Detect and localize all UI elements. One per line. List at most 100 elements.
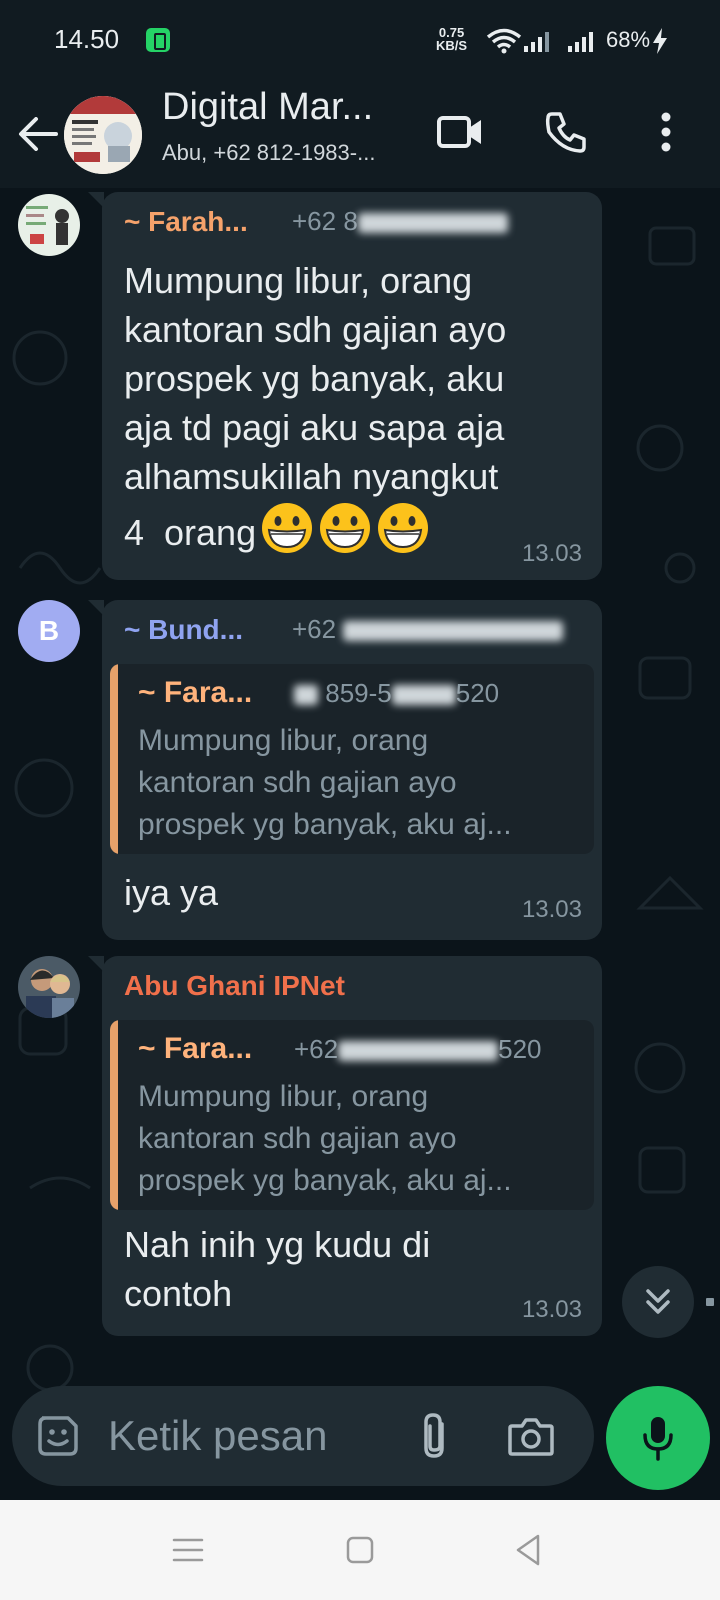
home-icon[interactable] [340,1530,380,1570]
sender-phone-prefix: +62 8 [292,206,358,236]
quoted-phone-part: 859-5 [325,678,392,708]
quoted-line: kantoran sdh gajian ayo [138,766,457,799]
message-line: 4 orang [124,501,506,557]
message-line: kantoran sdh gajian ayo [124,309,507,350]
message-text: Mumpung libur, orang kantoran sdh gajian… [124,256,506,557]
voice-call-button[interactable] [536,102,596,162]
video-call-button[interactable] [430,102,490,162]
message-line: prospek yg banyak, aku [124,358,505,399]
quoted-phone: 859-5 520 [294,678,499,709]
quoted-phone-tail: 520 [498,1034,542,1064]
quoted-message[interactable]: ~ Fara... +62 520 Mumpung libur, orang ka… [110,1020,594,1210]
quoted-text: Mumpung libur, orang kantoran sdh gajian… [138,1076,578,1202]
message-text: Nah inih yg kudu di contoh [124,1220,430,1318]
avatar-letter: B [38,615,60,646]
phone-icon [545,112,586,153]
quoted-phone-part: +62 [294,1034,339,1064]
quoted-line: kantoran sdh gajian ayo [138,1122,457,1155]
voice-message-button[interactable] [606,1386,710,1490]
avatar-image [18,956,80,1018]
sender-phone: +62 [292,614,564,645]
network-speed: 0.75 KB/S [436,26,467,52]
quoted-phone-tail: 520 [455,678,500,708]
chat-title[interactable]: Digital Mar... [162,86,373,129]
bubble-tail [88,600,104,616]
redacted-blur [338,1041,499,1062]
redacted-blur [357,213,508,234]
battery-percent: 68% [606,27,651,52]
message-line: alhamsukillah nyangkut [124,456,499,497]
chat-messages[interactable]: ~ Farah... +62 8 Mumpung libur, orang ka… [0,188,720,1500]
sender-name[interactable]: Abu Ghani IPNet [124,970,345,1002]
redacted-blur [391,685,456,706]
sender-name[interactable]: ~ Bund... [124,614,243,646]
camera-icon[interactable] [506,1412,556,1460]
video-camera-icon [437,116,481,148]
redacted-blur [294,685,318,706]
back-nav-icon[interactable] [508,1530,548,1570]
quoted-message[interactable]: ~ Fara... 859-5 520 Mumpung libur, orang … [110,664,594,854]
status-time: 14.50 [54,24,120,54]
system-navigation-bar [0,1500,720,1600]
group-avatar-image [64,96,142,174]
message-line-text: 4 orang [124,512,257,553]
quoted-phone: +62 520 [294,1034,542,1065]
sender-phone: +62 8 [292,206,508,237]
scroll-to-bottom-button[interactable] [622,1266,694,1338]
avatar[interactable] [18,194,80,256]
quote-accent-bar [110,1020,118,1210]
sender-name[interactable]: ~ Farah... [124,206,248,238]
signal-sim2-icon [568,32,593,52]
chat-header: Digital Mar... Abu, +62 812-1983-... [0,80,720,188]
group-avatar[interactable] [64,96,142,174]
message-time: 13.03 [521,540,582,567]
signal-sim1-icon [524,32,549,52]
kebab-menu-icon [661,112,671,152]
double-chevron-down-icon [646,1289,670,1314]
grinning-face-icon [320,503,371,553]
quoted-line: prospek yg banyak, aku aj... [138,808,512,841]
bubble-tail [88,956,104,972]
grinning-face-icon [378,503,429,553]
chat-participants[interactable]: Abu, +62 812-1983-... [162,140,375,166]
wifi-icon [486,28,522,54]
quoted-line: prospek yg banyak, aku aj... [138,1164,512,1197]
quoted-text: Mumpung libur, orang kantoran sdh gajian… [138,720,578,846]
back-button[interactable] [16,104,60,164]
message-bubble[interactable]: Abu Ghani IPNet ~ Fara... +62 520 Mumpung… [88,956,602,1336]
message-composer [12,1386,594,1486]
grinning-face-icon [262,503,313,553]
avatar[interactable] [18,956,80,1018]
message-bubble[interactable]: ~ Farah... +62 8 Mumpung libur, orang ka… [88,192,602,580]
message-time: 13.03 [521,896,582,923]
bubble-tail [88,192,104,208]
quoted-sender: ~ Fara... [138,1032,253,1065]
quoted-line: Mumpung libur, orang [138,1080,429,1113]
status-bar: 14.50 0.75 KB/S 68% [0,0,720,80]
message-input[interactable] [108,1412,388,1460]
message-line: contoh [124,1273,233,1314]
avatar-image [18,194,80,256]
paperclip-icon[interactable] [412,1410,458,1462]
redacted-blur [343,621,564,642]
arrow-left-icon [19,117,58,151]
message-line: Mumpung libur, orang [124,260,473,301]
battery-saver-icon [146,28,170,52]
more-options-button[interactable] [640,102,692,162]
charging-icon [653,28,667,54]
recent-apps-icon[interactable] [168,1530,208,1570]
avatar[interactable]: B [18,600,80,662]
message-line: aja td pagi aku sapa aja [124,407,505,448]
scroll-indicator [706,1298,714,1306]
sticker-icon[interactable] [34,1412,82,1460]
message-bubble[interactable]: ~ Bund... +62 ~ Fara... 859-5 520 Mumpung… [88,600,602,940]
quote-accent-bar [110,664,118,854]
network-speed-unit: KB/S [436,38,468,53]
quoted-line: Mumpung libur, orang [138,724,429,757]
message-time: 13.03 [521,1296,582,1323]
message-line: Nah inih yg kudu di [124,1224,431,1265]
quoted-sender: ~ Fara... [138,676,253,709]
microphone-icon [643,1417,673,1461]
sender-phone-prefix: +62 [292,614,337,644]
message-text: iya ya [124,872,219,913]
